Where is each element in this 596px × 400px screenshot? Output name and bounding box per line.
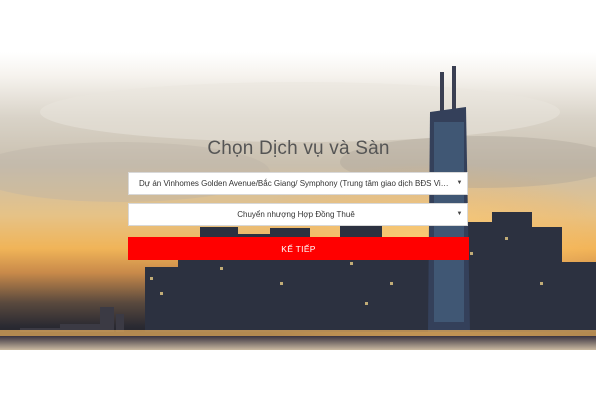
chevron-down-icon: ▼ [456,211,463,217]
service-select-value: Chuyển nhượng Hợp Đồng Thuê [237,210,355,219]
service-selection-form: Chọn Dịch vụ và Sàn Dự án Vinhomes Golde… [0,0,596,400]
next-button[interactable]: KẾ TIẾP [128,237,469,260]
service-select[interactable]: Chuyển nhượng Hợp Đồng Thuê ▼ [128,203,468,226]
project-select-value: Dự án Vinhomes Golden Avenue/Bắc Giang/ … [139,179,453,188]
chevron-down-icon: ▼ [456,180,463,186]
project-select[interactable]: Dự án Vinhomes Golden Avenue/Bắc Giang/ … [128,172,468,195]
page-title: Chọn Dịch vụ và Sàn [207,138,390,159]
